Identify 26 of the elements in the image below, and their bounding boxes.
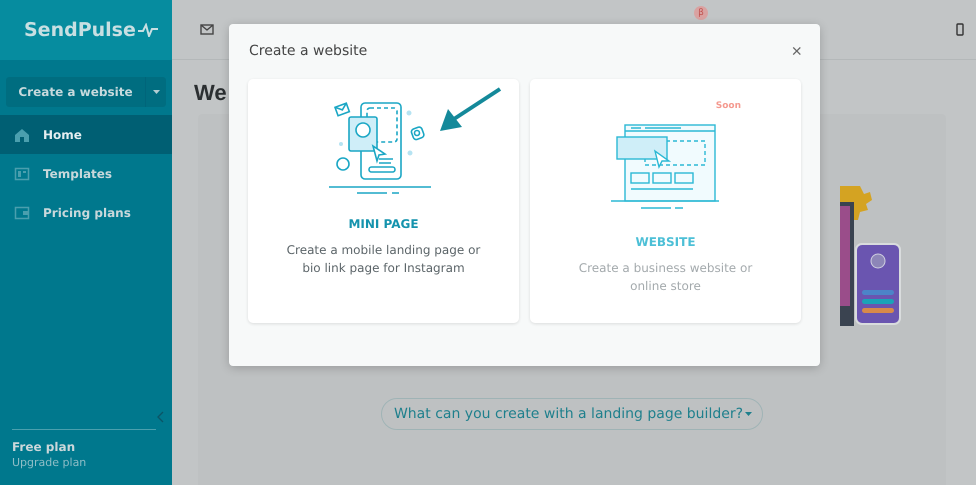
option-description: Create a business website or online store — [578, 260, 754, 295]
option-title: MINI PAGE — [348, 217, 419, 231]
sidebar-item[interactable]: Templates — [0, 154, 172, 193]
beta-badge: β — [694, 6, 708, 20]
pulse-icon — [138, 23, 160, 37]
option-card[interactable]: MINI PAGE Create a mobile landing page or bio link page for Instagram — [248, 79, 519, 323]
option-title: WEBSITE — [635, 235, 696, 249]
sidebar-item-label: Pricing plans — [43, 206, 131, 220]
soon-label: Soon — [716, 101, 741, 111]
page-heading: We — [194, 80, 227, 106]
sidebar-item-label: Templates — [43, 166, 112, 180]
sidebar-item[interactable]: Home — [0, 115, 172, 154]
sidebar-item-label: Home — [43, 128, 82, 142]
phone-icon[interactable] — [956, 23, 964, 36]
close-button[interactable]: × — [791, 40, 802, 62]
mail-icon[interactable] — [200, 24, 214, 35]
caret-icon — [745, 412, 752, 416]
logo: SendPulse — [24, 19, 136, 41]
option-description: Create a mobile landing page or bio link page for Instagram — [286, 242, 482, 277]
dialog-title: Create a website — [249, 43, 368, 59]
plan-name: Free plan — [11, 440, 76, 454]
caret-icon — [152, 90, 160, 94]
help-dropdown-button[interactable]: What can you create with a landing page builder? — [380, 398, 764, 430]
sidebar-item[interactable]: Pricing plans — [0, 193, 172, 232]
arrow-icon — [438, 87, 502, 133]
upgrade-link[interactable]: Upgrade plan — [0, 456, 172, 469]
